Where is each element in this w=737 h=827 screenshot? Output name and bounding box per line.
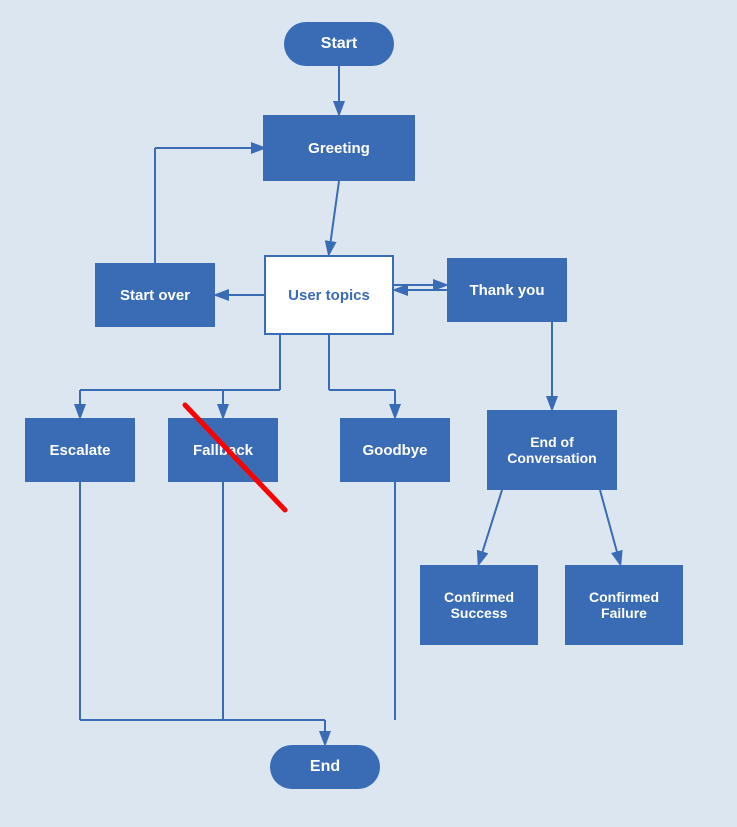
goodbye-label: Goodbye xyxy=(362,442,427,459)
thank-you-label: Thank you xyxy=(469,282,544,299)
greeting-label: Greeting xyxy=(308,140,370,157)
confirmed-success-label: Confirmed Success xyxy=(420,589,538,621)
flowchart: Start Greeting User topics Start over Th… xyxy=(0,0,737,827)
start-over-node[interactable]: Start over xyxy=(95,263,215,327)
start-over-label: Start over xyxy=(120,287,190,304)
escalate-node[interactable]: Escalate xyxy=(25,418,135,482)
confirmed-failure-label: Confirmed Failure xyxy=(565,589,683,621)
end-of-conversation-label: End of Conversation xyxy=(487,434,617,466)
confirmed-failure-node[interactable]: Confirmed Failure xyxy=(565,565,683,645)
greeting-node[interactable]: Greeting xyxy=(263,115,415,181)
start-node[interactable]: Start xyxy=(284,22,394,66)
thank-you-node[interactable]: Thank you xyxy=(447,258,567,322)
user-topics-node[interactable]: User topics xyxy=(264,255,394,335)
end-node[interactable]: End xyxy=(270,745,380,789)
user-topics-label: User topics xyxy=(288,287,370,304)
start-label: Start xyxy=(321,35,357,53)
confirmed-success-node[interactable]: Confirmed Success xyxy=(420,565,538,645)
end-label: End xyxy=(310,758,340,776)
fallback-node[interactable]: Fallback xyxy=(168,418,278,482)
escalate-label: Escalate xyxy=(50,442,111,459)
fallback-label: Fallback xyxy=(193,442,253,459)
end-of-conversation-node[interactable]: End of Conversation xyxy=(487,410,617,490)
goodbye-node[interactable]: Goodbye xyxy=(340,418,450,482)
